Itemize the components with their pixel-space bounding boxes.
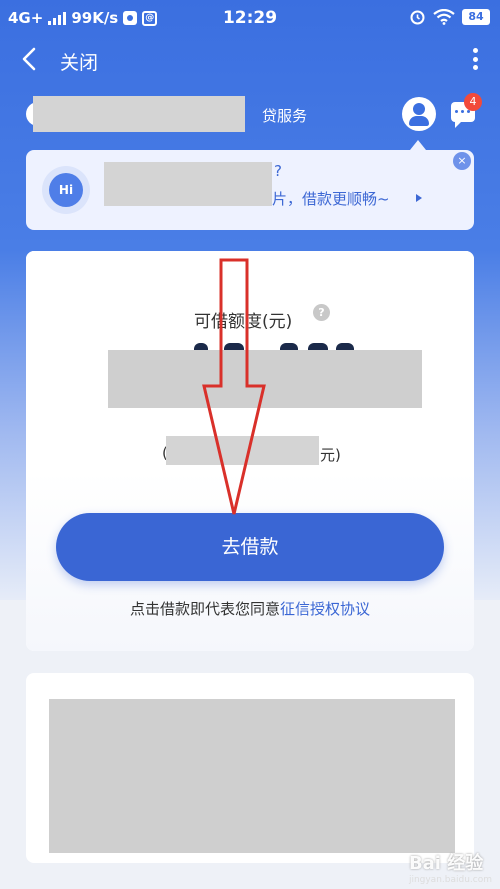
borrow-button[interactable]: 去借款 bbox=[56, 513, 444, 581]
credit-authorization-link[interactable]: 征信授权协议 bbox=[280, 600, 370, 618]
tip-banner[interactable]: Hi ? 片，借款更顺畅~ × bbox=[26, 140, 474, 230]
status-bar: 4G+ 99K/s @ 12:29 84 bbox=[0, 0, 500, 36]
service-name-suffix: 贷服务 bbox=[262, 107, 308, 125]
redacted-service-name bbox=[33, 96, 245, 132]
assistant-hi-icon: Hi bbox=[42, 166, 90, 214]
watermark: Bai 经验 jingyan.baidu.com bbox=[408, 853, 492, 885]
sub-info-unit: 元) bbox=[320, 446, 341, 464]
promo-card[interactable] bbox=[26, 673, 474, 863]
back-arrow-icon[interactable] bbox=[16, 44, 44, 74]
help-icon[interactable]: ? bbox=[313, 304, 330, 321]
banner-close-icon[interactable]: × bbox=[453, 152, 471, 170]
banner-line-1: ? bbox=[274, 162, 282, 180]
agreement-prefix: 点击借款即代表您同意 bbox=[129, 600, 280, 618]
battery-icon: 84 bbox=[462, 8, 490, 25]
annotation-down-arrow-icon bbox=[202, 258, 266, 515]
nav-bar: 关闭 bbox=[0, 36, 500, 84]
customer-service-avatar-icon[interactable] bbox=[402, 97, 436, 131]
redacted-banner-text bbox=[104, 162, 272, 206]
alarm-icon bbox=[410, 10, 425, 25]
message-count-badge: 4 bbox=[464, 93, 482, 111]
agreement-text: 点击借款即代表您同意征信授权协议 bbox=[26, 598, 474, 619]
wifi-icon bbox=[433, 8, 455, 25]
close-link[interactable]: 关闭 bbox=[60, 48, 98, 75]
more-options-icon[interactable] bbox=[472, 48, 478, 70]
service-header: 贷服务 4 bbox=[0, 90, 500, 140]
banner-line-2: 片，借款更顺畅~ bbox=[272, 190, 390, 208]
redacted-promo-image bbox=[49, 699, 455, 853]
play-arrow-icon bbox=[416, 194, 422, 202]
